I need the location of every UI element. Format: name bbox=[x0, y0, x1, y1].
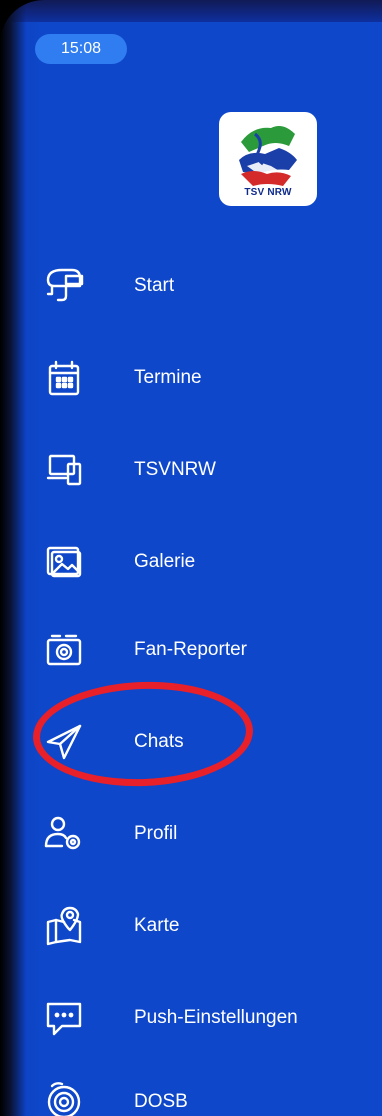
menu-label-push-einstellungen: Push-Einstellungen bbox=[134, 1007, 298, 1028]
map-icon bbox=[42, 904, 86, 948]
menu-label-profil: Profil bbox=[134, 823, 178, 844]
user-settings-icon bbox=[42, 812, 86, 856]
gallery-icon bbox=[42, 540, 86, 584]
menu-item-profil[interactable]: Profil bbox=[30, 804, 370, 864]
menu-item-start[interactable]: Start bbox=[30, 256, 370, 316]
phone-screen: 15:08 TSV NRW Start Termine TSVNRW Galer… bbox=[0, 0, 382, 1116]
menu-label-start: Start bbox=[134, 275, 175, 296]
chat-bubble-icon bbox=[42, 996, 86, 1040]
device-bezel bbox=[0, 0, 26, 1116]
target-icon bbox=[42, 1080, 86, 1116]
menu-label-fan-reporter: Fan-Reporter bbox=[134, 639, 247, 660]
menu-label-termine: Termine bbox=[134, 367, 202, 388]
menu-item-galerie[interactable]: Galerie bbox=[30, 532, 370, 592]
menu-item-fan-reporter[interactable]: Fan-Reporter bbox=[30, 620, 370, 680]
menu-item-termine[interactable]: Termine bbox=[30, 348, 370, 408]
helmet-icon bbox=[42, 264, 86, 308]
menu-item-push-einstellungen[interactable]: Push-Einstellungen bbox=[30, 988, 370, 1048]
side-menu: Start Termine TSVNRW Galerie Fan-Reporte… bbox=[0, 0, 382, 1116]
calendar-icon bbox=[42, 356, 86, 400]
camera-icon bbox=[42, 628, 86, 672]
menu-label-karte: Karte bbox=[134, 915, 180, 936]
devices-icon bbox=[42, 448, 86, 492]
menu-label-dosb: DOSB bbox=[134, 1091, 188, 1112]
menu-item-tsvnrw[interactable]: TSVNRW bbox=[30, 440, 370, 500]
menu-item-karte[interactable]: Karte bbox=[30, 896, 370, 956]
menu-item-dosb[interactable]: DOSB bbox=[30, 1072, 370, 1116]
menu-label-tsvnrw: TSVNRW bbox=[134, 459, 216, 480]
menu-label-galerie: Galerie bbox=[134, 551, 196, 572]
